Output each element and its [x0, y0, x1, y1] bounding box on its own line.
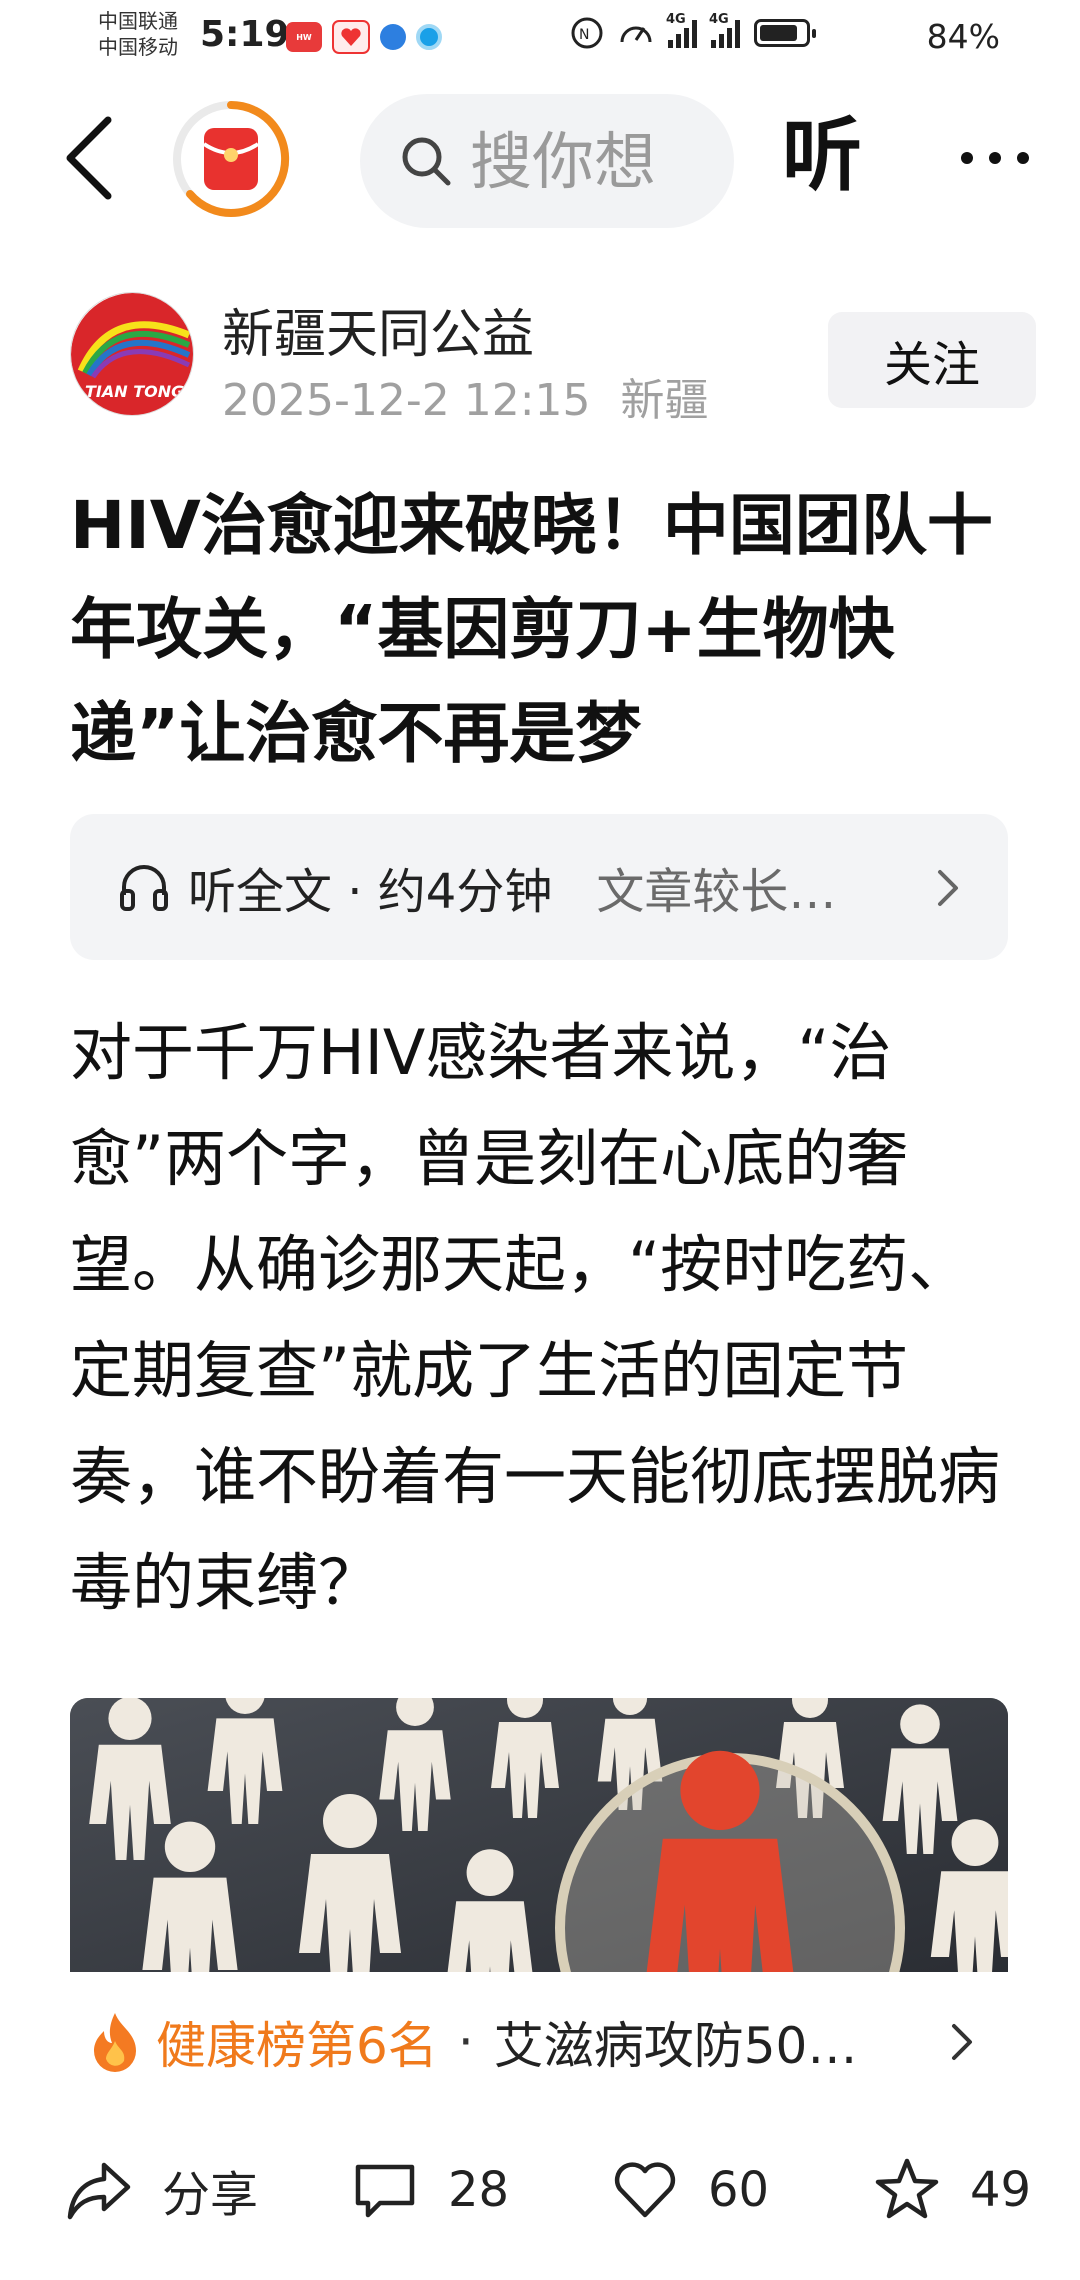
avatar-text: TIAN TONG [85, 382, 184, 401]
publish-location: 新疆 [620, 375, 709, 426]
author-row: TIAN TONG 新疆天同公益 2025-12-2 12:15 新疆 关注 [70, 292, 1036, 432]
search-box[interactable] [360, 94, 734, 228]
ranking-bar[interactable]: 健康榜第6名 · 艾滋病攻防50… [70, 1980, 1008, 2104]
search-icon [402, 137, 451, 186]
search-input[interactable] [470, 124, 710, 198]
comment-button[interactable]: 28 [352, 2140, 509, 2240]
red-packet-button[interactable] [172, 100, 290, 218]
listen-button[interactable]: 听 [782, 106, 862, 206]
article-image[interactable] [70, 1698, 1008, 1972]
article-page: 中国联通 中国移动 5:19 HW N 4G 4G 84% 搜你想 听 TIAN… [0, 0, 1080, 2280]
globe-app-icon [380, 24, 406, 50]
status-bar: 中国联通 中国移动 5:19 HW N 4G 4G 84% [0, 0, 1080, 76]
author-meta: 2025-12-2 12:15 新疆 [222, 364, 709, 428]
status-time: 5:19 [200, 14, 290, 55]
speed-icon [620, 26, 652, 43]
article-body: 对于千万HIV感染者来说，“治愈”两个字，曾是刻在心底的奢望。从确诊那天起，“按… [70, 1016, 1001, 1619]
top-nav: 听 [0, 88, 1080, 228]
back-button[interactable] [54, 116, 124, 200]
like-count: 60 [708, 2162, 770, 2218]
network-type-2: 4G [709, 12, 729, 27]
svg-text:N: N [579, 27, 589, 43]
listen-full-article-bar[interactable]: 听全文 · 约4分钟 文章较长… [70, 814, 1008, 960]
follow-button[interactable]: 关注 [828, 312, 1036, 408]
nfc-icon: N [571, 17, 603, 49]
network-type-1: 4G [666, 12, 686, 27]
signal-2-icon: 4G [709, 12, 740, 48]
share-label: 分享 [162, 2167, 259, 2223]
listen-description: 文章较长… [596, 864, 837, 920]
carrier-2: 中国移动 [98, 35, 178, 59]
share-button[interactable]: 分享 [66, 2140, 258, 2240]
tiantong-logo: TIAN TONG [71, 293, 193, 415]
more-dot-icon [1017, 152, 1029, 164]
status-indicators: N 4G 4G [570, 12, 816, 50]
red-packet-icon [173, 100, 290, 217]
carrier-info: 中国联通 中国移动 [98, 8, 178, 60]
headphones-icon [120, 865, 168, 911]
battery-percent: 84% [926, 17, 1000, 56]
more-dot-icon [989, 152, 1001, 164]
favorite-count: 49 [970, 2162, 1032, 2218]
avatar[interactable]: TIAN TONG [70, 292, 194, 416]
heart-icon [614, 2162, 676, 2218]
notification-icons: HW [286, 20, 442, 54]
more-dot-icon [961, 152, 973, 164]
battery-icon [754, 19, 816, 47]
like-button[interactable]: 60 [612, 2140, 769, 2240]
figures-magnifier-illustration [70, 1698, 1008, 1972]
huawei-app-icon: HW [286, 22, 322, 52]
comment-count: 28 [448, 2162, 510, 2218]
chevron-left-icon [66, 116, 112, 200]
favorite-button[interactable]: 49 [874, 2140, 1031, 2240]
browser-app-icon [416, 24, 442, 50]
fire-icon [94, 2013, 136, 2072]
chevron-right-icon [938, 870, 958, 906]
author-name[interactable]: 新疆天同公益 [222, 292, 534, 367]
ranking-separator: · [457, 2013, 474, 2071]
more-button[interactable] [950, 138, 1040, 178]
star-icon [875, 2158, 939, 2219]
heart-app-icon [332, 20, 370, 54]
chevron-right-icon [952, 2024, 972, 2060]
article-title: HIV治愈迎来破晓！中国团队十年攻关，“基因剪刀+生物快递”让治愈不再是梦 [70, 487, 993, 772]
ranking-label: 健康榜第6名 [156, 2017, 438, 2075]
signal-1-icon: 4G [666, 12, 697, 48]
ranking-topic: 艾滋病攻防50… [493, 2017, 858, 2075]
share-icon [67, 2162, 131, 2220]
publish-datetime: 2025-12-2 12:15 [222, 375, 591, 426]
comment-icon [355, 2164, 415, 2218]
carrier-1: 中国联通 [98, 9, 178, 33]
listen-label: 听全文 · 约4分钟 [188, 864, 553, 920]
bottom-action-bar: 分享 28 60 49 [0, 2140, 1080, 2240]
